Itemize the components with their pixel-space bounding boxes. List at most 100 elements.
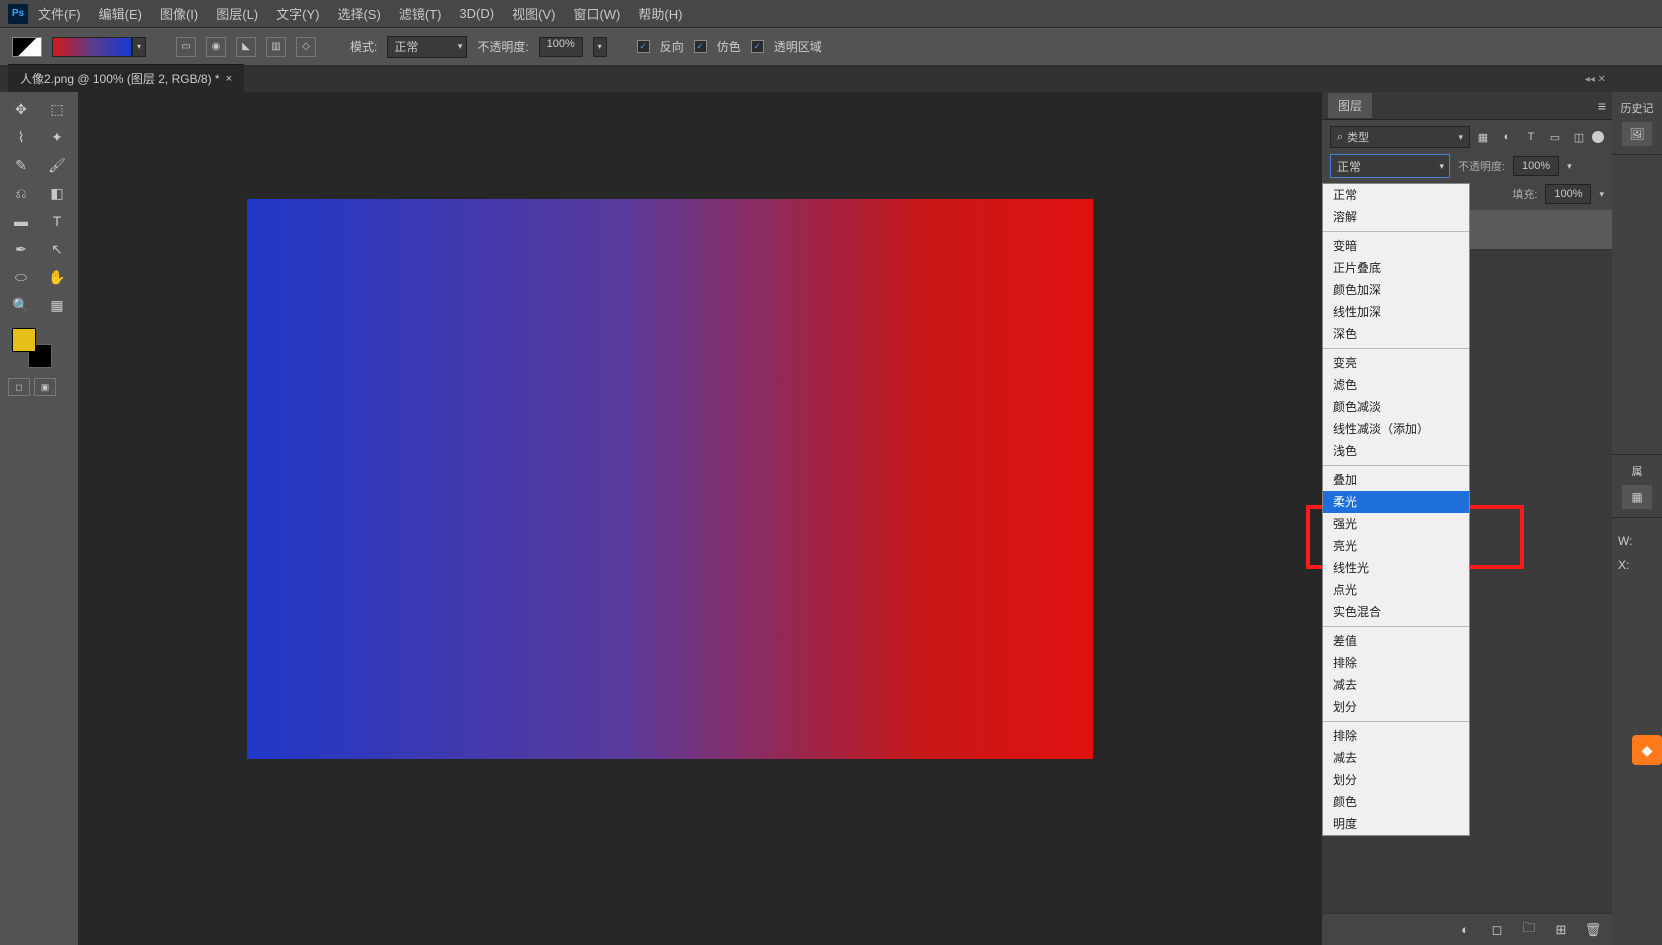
gradient-dropdown-icon[interactable]: ▾ [132,37,146,57]
blend-option[interactable]: 溶解 [1323,206,1469,228]
blend-option[interactable]: 划分 [1323,696,1469,718]
mode-select[interactable]: 正常 [387,36,467,58]
menu-filter[interactable]: 滤镜(T) [391,0,450,27]
layer-filter-select[interactable]: ⌕ 类型 ▾ [1330,126,1470,148]
canvas-area[interactable] [78,92,1322,945]
panel-menu-icon[interactable]: ≡ [1598,98,1606,114]
blend-option[interactable]: 实色混合 [1323,601,1469,623]
new-layer-icon[interactable]: ⊞ [1552,921,1570,939]
gradient-tool[interactable]: ▬ [4,208,38,234]
blend-mode-select[interactable]: 正常 [1330,154,1450,178]
filter-toggle[interactable] [1592,131,1604,143]
blend-option[interactable]: 排除 [1323,652,1469,674]
blend-option[interactable]: 深色 [1323,323,1469,345]
pen-tool[interactable]: ✒ [4,236,38,262]
marquee-tool[interactable]: ⬚ [40,96,74,122]
edit-toolbar-icon[interactable]: ▦ [40,292,74,318]
close-tab-icon[interactable]: × [226,73,232,85]
properties-panel-tab[interactable]: 属 [1632,463,1643,479]
blend-option[interactable]: 减去 [1323,674,1469,696]
zoom-tool[interactable]: 🔍 [4,292,38,318]
new-group-icon[interactable]: 🗀 [1520,921,1538,939]
clone-stamp-tool[interactable]: ⎌ [4,180,38,206]
document-tab[interactable]: 人像2.png @ 100% (图层 2, RGB/8) * × [8,64,244,92]
gradient-reflected-icon[interactable]: ▥ [266,37,286,57]
gradient-radial-icon[interactable]: ◉ [206,37,226,57]
blend-option[interactable]: 变亮 [1323,352,1469,374]
fill-input[interactable]: 100% [1545,184,1591,204]
filter-adjust-icon[interactable]: ◐ [1498,128,1516,146]
blend-option[interactable]: 点光 [1323,579,1469,601]
menu-select[interactable]: 选择(S) [329,0,388,27]
filter-type-icon[interactable]: T [1522,128,1540,146]
filter-shape-icon[interactable]: ▭ [1546,128,1564,146]
color-swatches[interactable] [12,328,52,368]
tool-preset-icon[interactable] [12,37,42,57]
menu-type[interactable]: 文字(Y) [268,0,327,27]
layers-tab[interactable]: 图层 [1328,93,1372,118]
properties-icon[interactable]: ▦ [1622,485,1652,509]
menu-help[interactable]: 帮助(H) [630,0,690,27]
menu-window[interactable]: 窗口(W) [565,0,628,27]
menu-file[interactable]: 文件(F) [30,0,89,27]
blend-option[interactable]: 减去 [1323,747,1469,769]
blend-option[interactable]: 滤色 [1323,374,1469,396]
shape-tool[interactable]: ⬭ [4,264,38,290]
blend-option[interactable]: 线性光 [1323,557,1469,579]
floating-app-icon[interactable]: ◆ [1632,735,1662,765]
blend-option[interactable]: 颜色减淡 [1323,396,1469,418]
blend-option[interactable]: 叠加 [1323,469,1469,491]
opacity-dropdown-icon[interactable]: ▾ [593,37,607,57]
hand-tool[interactable]: ✋ [40,264,74,290]
path-select-tool[interactable]: ↖ [40,236,74,262]
screenmode-icon[interactable]: ▣ [34,378,56,396]
blend-option[interactable]: 明度 [1323,813,1469,835]
blend-option[interactable]: 浅色 [1323,440,1469,462]
blend-option[interactable]: 正常 [1323,184,1469,206]
blend-option[interactable]: 亮光 [1323,535,1469,557]
menu-image[interactable]: 图像(I) [152,0,206,27]
opacity-input[interactable]: 100% [539,37,583,57]
fx-icon[interactable]: ◐ [1456,921,1474,939]
type-tool[interactable]: T [40,208,74,234]
history-thumb-icon[interactable]: 🖼 [1622,122,1652,146]
gradient-diamond-icon[interactable]: ◇ [296,37,316,57]
history-panel-tab[interactable]: 历史记 [1621,100,1654,116]
menu-layer[interactable]: 图层(L) [208,0,266,27]
blend-option[interactable]: 颜色 [1323,791,1469,813]
reverse-checkbox[interactable]: ✓ [637,40,650,53]
trash-icon[interactable]: 🗑 [1584,921,1602,939]
eraser-tool[interactable]: ◧ [40,180,74,206]
gradient-linear-icon[interactable]: ▭ [176,37,196,57]
blend-option-selected[interactable]: 柔光 [1323,491,1469,513]
transparent-checkbox[interactable]: ✓ [751,40,764,53]
move-tool[interactable]: ✥ [4,96,38,122]
layer-opacity-input[interactable]: 100% [1513,156,1559,176]
canvas[interactable] [247,199,1093,759]
brush-tool[interactable]: 🖌 [40,152,74,178]
lasso-tool[interactable]: ⌇ [4,124,38,150]
blend-option[interactable]: 颜色加深 [1323,279,1469,301]
blend-option[interactable]: 线性减淡（添加） [1323,418,1469,440]
eyedropper-tool[interactable]: ✎ [4,152,38,178]
menu-view[interactable]: 视图(V) [504,0,563,27]
menu-3d[interactable]: 3D(D) [451,2,502,25]
gradient-picker[interactable] [52,37,132,57]
magic-wand-tool[interactable]: ✦ [40,124,74,150]
blend-option[interactable]: 变暗 [1323,235,1469,257]
panel-collapse-icons[interactable]: ◂◂ ✕ [1585,74,1606,85]
mask-icon[interactable]: ◻ [1488,921,1506,939]
blend-option[interactable]: 划分 [1323,769,1469,791]
foreground-color[interactable] [12,328,36,352]
blend-option[interactable]: 正片叠底 [1323,257,1469,279]
gradient-angle-icon[interactable]: ◣ [236,37,256,57]
filter-pixel-icon[interactable]: ▦ [1474,128,1492,146]
quickmask-icon[interactable]: ◻ [8,378,30,396]
blend-option[interactable]: 线性加深 [1323,301,1469,323]
blend-option[interactable]: 差值 [1323,630,1469,652]
filter-smart-icon[interactable]: ◫ [1570,128,1588,146]
dither-checkbox[interactable]: ✓ [694,40,707,53]
blend-option[interactable]: 排除 [1323,725,1469,747]
menu-edit[interactable]: 编辑(E) [91,0,150,27]
blend-option[interactable]: 强光 [1323,513,1469,535]
